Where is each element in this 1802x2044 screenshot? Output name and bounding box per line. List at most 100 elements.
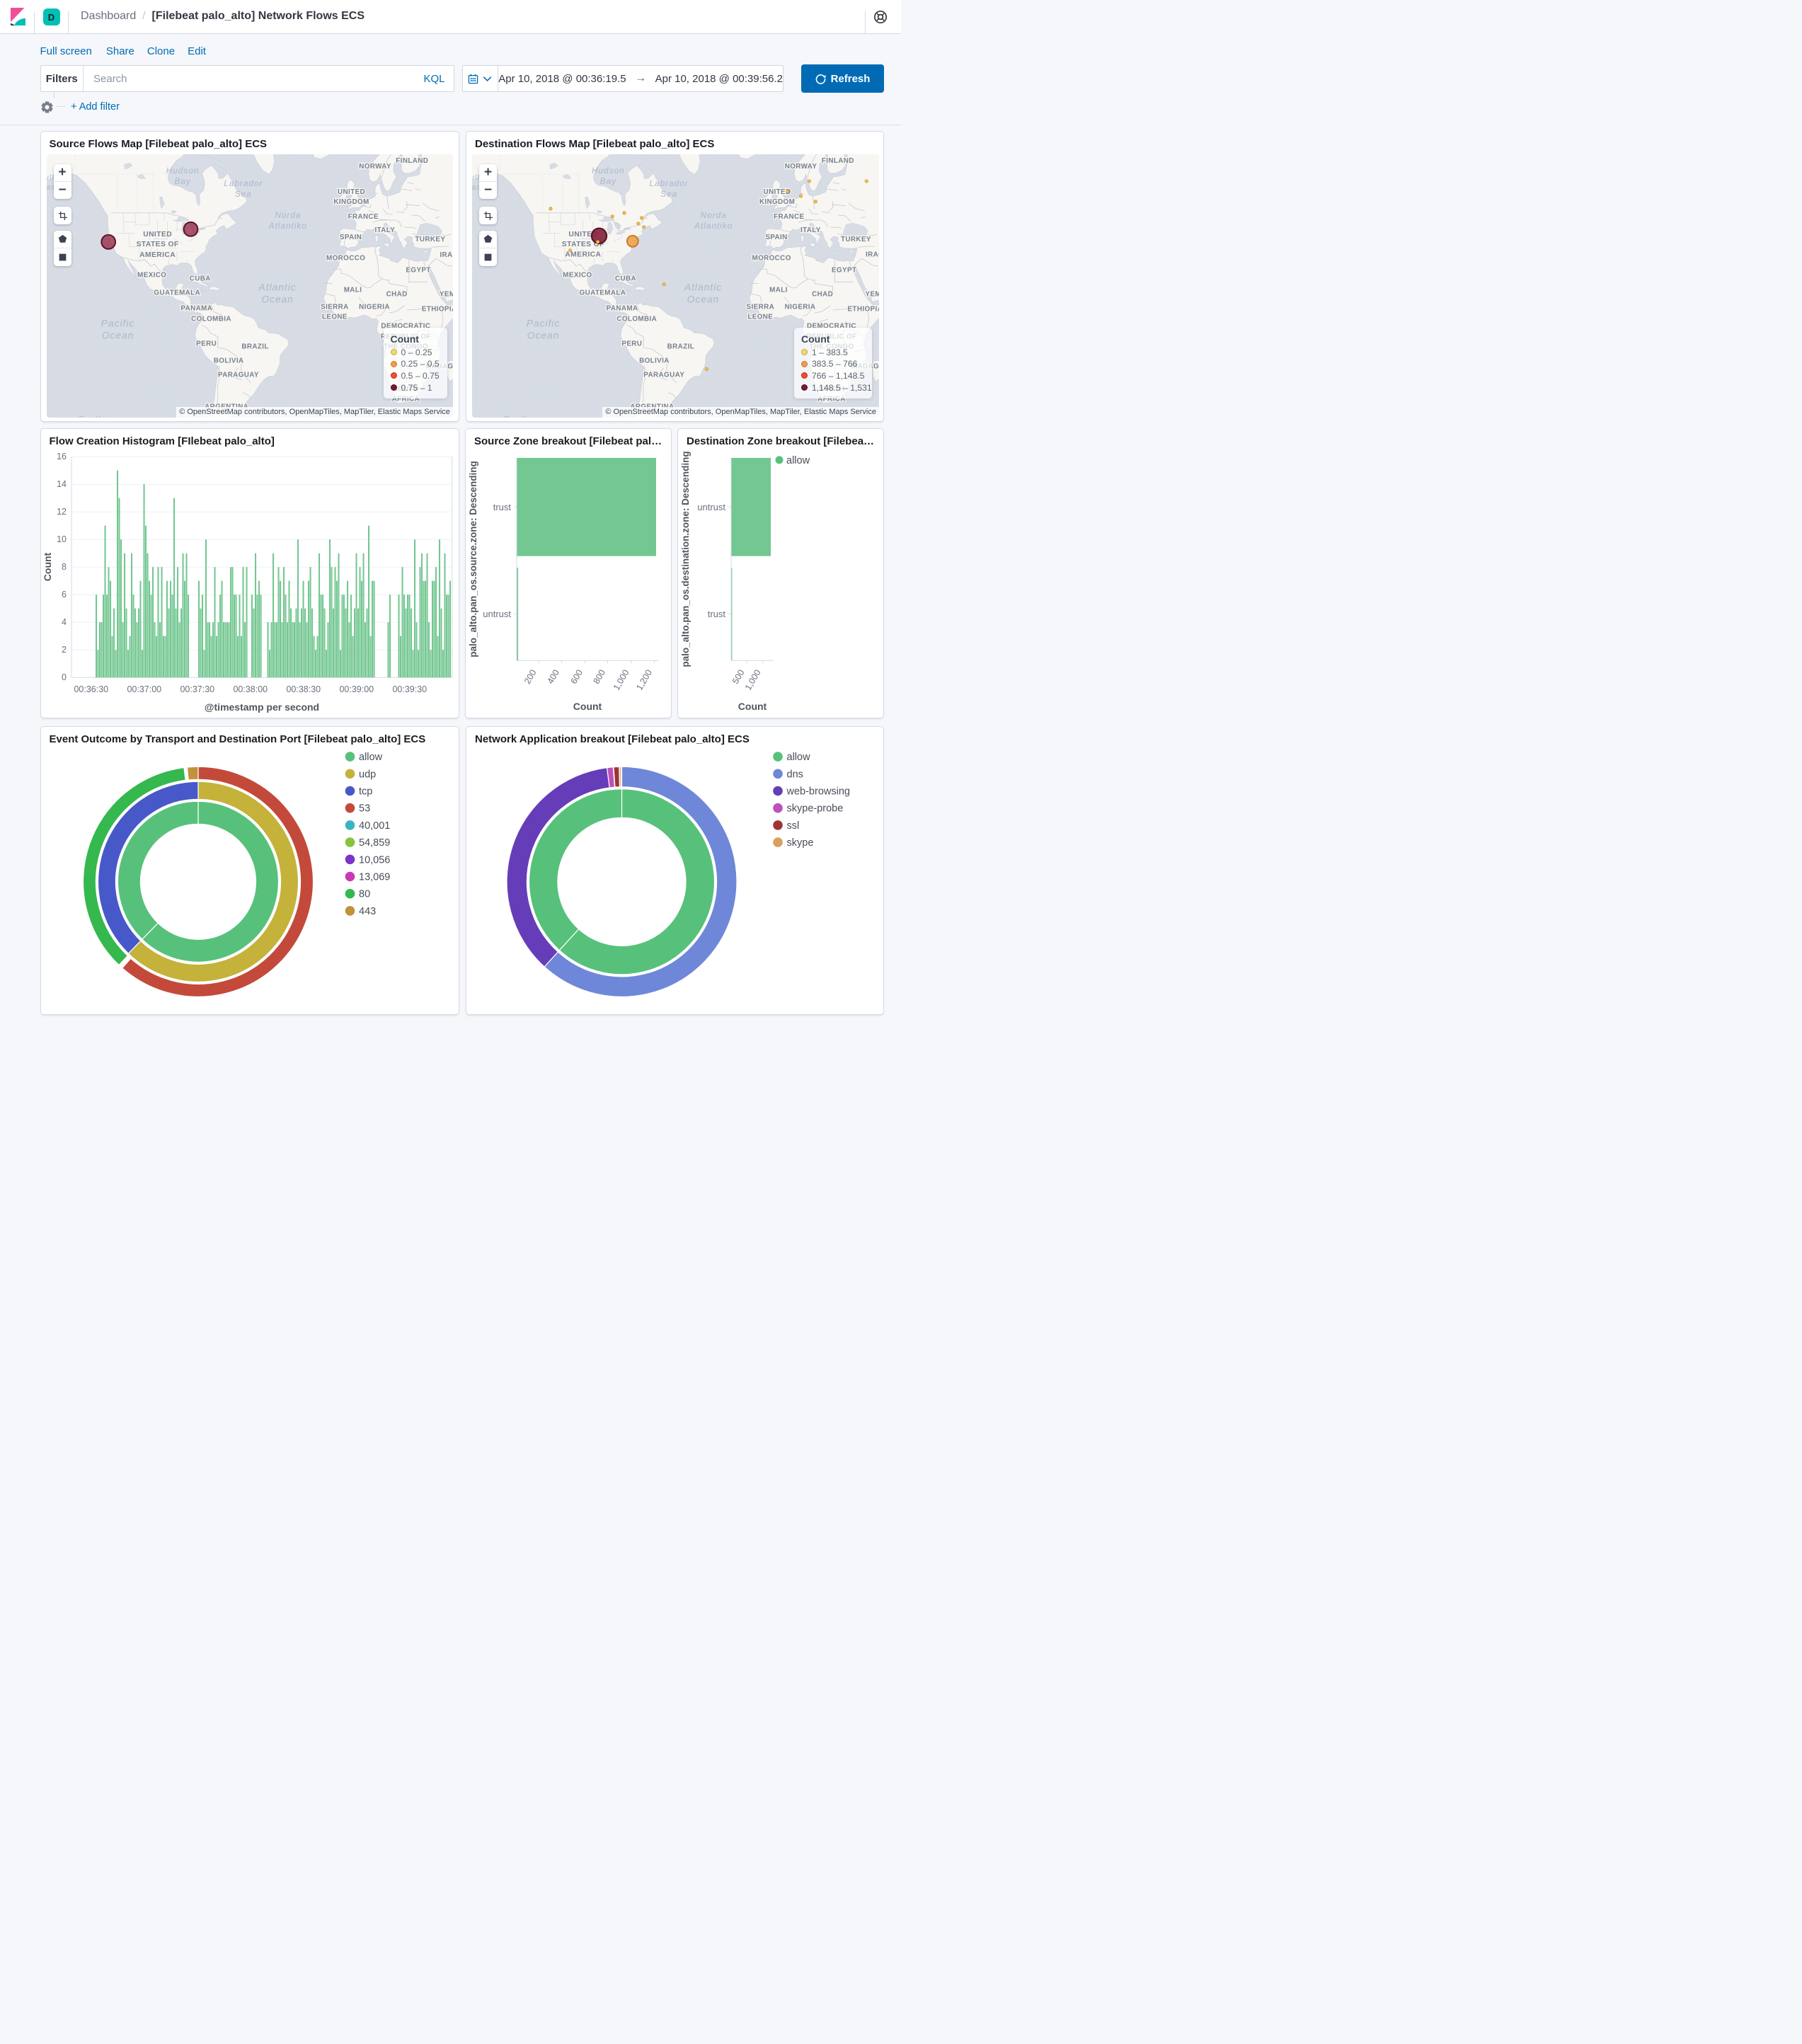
svg-text:FINLAND: FINLAND [396, 156, 428, 164]
svg-text:allow: allow [359, 752, 383, 763]
svg-text:BOLIVIA: BOLIVIA [213, 357, 243, 364]
svg-text:53: 53 [359, 803, 370, 814]
svg-text:trust: trust [708, 609, 726, 619]
svg-text:CUBA: CUBA [615, 275, 636, 282]
svg-text:PERU: PERU [621, 340, 642, 348]
svg-text:00:37:00: 00:37:00 [127, 684, 161, 694]
svg-text:EGYPT: EGYPT [406, 266, 430, 274]
svg-text:UNITED: UNITED [143, 230, 172, 238]
svg-text:South: South [78, 414, 103, 418]
svg-text:COLOMBIA: COLOMBIA [616, 315, 657, 323]
svg-text:BRAZIL: BRAZIL [667, 343, 694, 350]
svg-text:1,000: 1,000 [612, 668, 631, 692]
svg-text:8: 8 [62, 562, 67, 572]
svg-text:Norda: Norda [275, 209, 301, 219]
svg-text:00:37:30: 00:37:30 [180, 684, 214, 694]
svg-text:KINGDOM: KINGDOM [333, 197, 369, 205]
svg-text:Sea: Sea [234, 188, 251, 198]
svg-text:Atlantic: Atlantic [258, 281, 296, 292]
svg-text:LEONE: LEONE [321, 313, 347, 321]
svg-text:EGYPT: EGYPT [832, 266, 856, 274]
svg-text:palo_alto.pan_os.source.zone:: palo_alto.pan_os.source.zone: Descending [468, 461, 478, 658]
svg-text:dns: dns [787, 769, 803, 780]
svg-text:4: 4 [62, 617, 67, 627]
svg-text:web-browsing: web-browsing [786, 786, 850, 797]
svg-text:PARAGUAY: PARAGUAY [218, 371, 259, 379]
svg-text:MEXICO: MEXICO [563, 271, 592, 279]
svg-text:NORWAY: NORWAY [785, 162, 817, 170]
svg-text:FRANCE: FRANCE [348, 212, 378, 220]
svg-text:PANAMA: PANAMA [607, 304, 638, 312]
svg-text:GUATEMALA: GUATEMALA [580, 289, 626, 297]
svg-text:Atlantiko: Atlantiko [268, 220, 306, 230]
svg-text:00:36:30: 00:36:30 [74, 684, 108, 694]
svg-text:UNITED: UNITED [338, 188, 365, 195]
svg-text:FRANCE: FRANCE [774, 212, 804, 220]
svg-text:skype-probe: skype-probe [787, 803, 844, 814]
svg-text:Pacific: Pacific [101, 317, 134, 328]
svg-text:Count: Count [738, 701, 767, 712]
svg-text:1,000: 1,000 [743, 668, 763, 692]
svg-text:CUBA: CUBA [189, 275, 210, 282]
svg-text:allow: allow [786, 455, 810, 466]
svg-text:54,859: 54,859 [359, 837, 390, 849]
svg-text:YEMEN: YEMEN [439, 290, 452, 298]
svg-text:2: 2 [62, 645, 67, 655]
svg-text:FINLAND: FINLAND [822, 156, 854, 164]
svg-text:ITALY: ITALY [800, 226, 821, 234]
svg-text:Count: Count [42, 553, 53, 582]
svg-text:Ocean: Ocean [687, 293, 720, 304]
svg-text:0: 0 [62, 672, 67, 682]
svg-text:14: 14 [57, 479, 67, 489]
svg-text:00:38:30: 00:38:30 [286, 684, 321, 694]
svg-text:ETHIOPIA: ETHIOPIA [421, 305, 453, 313]
svg-text:ssl: ssl [787, 820, 800, 832]
svg-text:GUATEMALA: GUATEMALA [154, 289, 200, 297]
svg-text:SIERRA: SIERRA [747, 303, 775, 311]
svg-text:CHAD: CHAD [386, 290, 407, 298]
svg-text:Atlantiko: Atlantiko [694, 220, 733, 230]
svg-text:trust: trust [493, 502, 512, 512]
svg-text:YEMEN: YEMEN [866, 290, 879, 298]
svg-text:skype: skype [787, 837, 814, 849]
svg-text:palo_alto.pan_os.destination.z: palo_alto.pan_os.destination.zone: Desce… [680, 452, 691, 667]
svg-text:NIGERIA: NIGERIA [785, 303, 816, 311]
svg-text:1,200: 1,200 [634, 668, 654, 692]
svg-text:MALI: MALI [769, 286, 788, 294]
svg-text:NORWAY: NORWAY [359, 162, 391, 170]
svg-text:LEONE: LEONE [747, 313, 773, 321]
svg-text:IRAQ: IRAQ [440, 251, 453, 258]
svg-text:TURKEY: TURKEY [841, 235, 871, 243]
svg-text:udp: udp [359, 769, 376, 780]
svg-text:600: 600 [569, 668, 585, 686]
svg-text:STATES OF: STATES OF [136, 240, 178, 248]
svg-text:12: 12 [57, 507, 67, 517]
svg-text:COLOMBIA: COLOMBIA [191, 315, 231, 323]
svg-text:40,001: 40,001 [359, 820, 390, 832]
svg-text:00:39:00: 00:39:00 [339, 684, 374, 694]
svg-text:Ocean: Ocean [527, 329, 560, 340]
svg-text:PERU: PERU [196, 340, 217, 348]
svg-text:Pacific: Pacific [527, 317, 561, 328]
svg-text:untrust: untrust [483, 609, 511, 619]
svg-text:10: 10 [57, 534, 67, 544]
svg-text:Sea: Sea [660, 188, 677, 198]
svg-text:untrust: untrust [697, 502, 725, 512]
svg-text:00:39:30: 00:39:30 [392, 684, 427, 694]
svg-text:MOROCCO: MOROCCO [326, 254, 365, 262]
svg-text:ETHIOPIA: ETHIOPIA [847, 305, 879, 313]
svg-text:MEXICO: MEXICO [137, 271, 166, 279]
svg-text:@timestamp per second: @timestamp per second [204, 701, 318, 713]
svg-text:Labrador: Labrador [224, 178, 263, 188]
svg-text:500: 500 [730, 668, 747, 686]
svg-text:Ocean: Ocean [101, 329, 134, 340]
svg-text:AMERICA: AMERICA [565, 251, 601, 258]
svg-text:PARAGUAY: PARAGUAY [643, 371, 684, 379]
svg-text:800: 800 [592, 668, 608, 686]
svg-text:IRAQ: IRAQ [866, 251, 879, 258]
svg-text:Hudson: Hudson [592, 165, 625, 175]
svg-text:00:38:00: 00:38:00 [233, 684, 268, 694]
svg-text:Labrador: Labrador [650, 178, 689, 188]
svg-text:BRAZIL: BRAZIL [241, 343, 268, 350]
svg-text:South: South [503, 414, 529, 418]
